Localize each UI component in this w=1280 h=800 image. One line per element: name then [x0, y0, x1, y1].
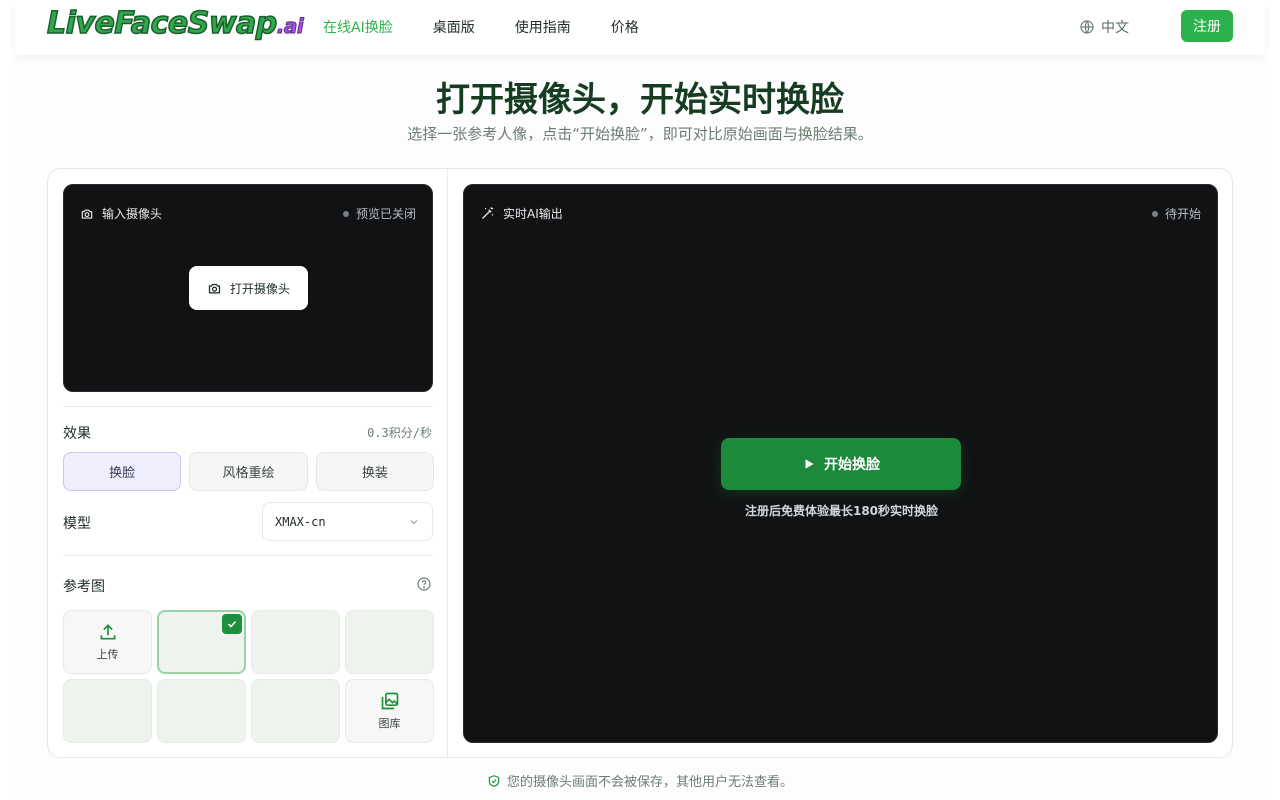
- gallery-icon: [381, 692, 398, 710]
- status-dot: [342, 210, 349, 217]
- privacy-text: 您的摄像头画面不会被保存，其他用户无法查看。: [506, 775, 793, 790]
- model-label: 模型: [63, 516, 91, 532]
- signup-button[interactable]: 注册: [1181, 10, 1233, 42]
- brand-logo[interactable]: LiveFaceSwap.ai: [46, 5, 304, 42]
- start-face-swap-button[interactable]: 开始换脸: [721, 438, 961, 490]
- ai-output-header: 实时AI输出: [480, 205, 563, 222]
- control-panel: 输入摄像头 预览已关闭 打开摄像头 效果 0.3积分/秒 换脸 风格重绘 换装 …: [48, 169, 448, 757]
- start-face-swap-label: 开始换脸: [824, 457, 880, 473]
- reference-label: 参考图: [63, 579, 105, 595]
- nav-desktop[interactable]: 桌面版: [433, 17, 475, 37]
- model-value: XMAX-cn: [275, 514, 326, 529]
- page-title: 打开摄像头，开始实时换脸: [436, 80, 844, 120]
- logo-suffix: .ai: [276, 14, 304, 39]
- play-icon: [805, 459, 814, 469]
- camera-icon: [208, 283, 221, 293]
- upload-label: 上传: [96, 648, 119, 661]
- camera-icon: [81, 209, 93, 219]
- check-icon: [222, 614, 242, 634]
- preview-status: 预览已关闭: [342, 205, 416, 222]
- reference-thumbnail[interactable]: [345, 610, 434, 674]
- effect-label: 效果: [63, 426, 91, 442]
- language-label: 中文: [1101, 20, 1129, 36]
- language-switcher[interactable]: 中文: [1079, 17, 1129, 37]
- model-select[interactable]: XMAX-cn: [262, 502, 433, 541]
- open-camera-label: 打开摄像头: [229, 281, 290, 296]
- free-trial-hint: 注册后免费体验最长180秒实时换脸: [744, 504, 939, 518]
- camera-input-label: 输入摄像头: [102, 207, 163, 221]
- reference-thumbnail[interactable]: [157, 679, 246, 743]
- page-subtitle: 选择一张参考人像，点击“开始换脸”，即可对比原始画面与换脸结果。: [407, 125, 873, 143]
- open-camera-button[interactable]: 打开摄像头: [189, 266, 308, 310]
- help-icon[interactable]: [416, 576, 432, 596]
- upload-reference-button[interactable]: 上传: [63, 610, 152, 674]
- effect-options: 换脸 风格重绘 换装: [63, 452, 434, 491]
- divider: [63, 555, 433, 556]
- camera-input-header: 输入摄像头: [80, 205, 162, 222]
- gallery-label: 图库: [378, 717, 401, 730]
- reference-image-grid: 上传 图库: [63, 610, 434, 743]
- main-nav: 在线AI换脸 桌面版 使用指南 价格: [323, 17, 679, 37]
- upload-icon: [100, 624, 115, 640]
- chevron-down-icon: [410, 519, 418, 524]
- privacy-notice: 您的摄像头画面不会被保存，其他用户无法查看。: [0, 771, 1280, 790]
- effect-outfit-swap[interactable]: 换装: [315, 452, 434, 491]
- output-status: 待开始: [1151, 205, 1201, 222]
- credits-rate: 0.3积分/秒: [367, 426, 432, 440]
- reference-thumbnail[interactable]: [63, 679, 152, 743]
- effect-style-repaint[interactable]: 风格重绘: [189, 452, 308, 491]
- globe-icon: [1080, 20, 1094, 34]
- reference-thumbnail[interactable]: [251, 610, 340, 674]
- face-swap-card: 输入摄像头 预览已关闭 打开摄像头 效果 0.3积分/秒 换脸 风格重绘 换装 …: [47, 168, 1233, 758]
- magic-wand-icon: [482, 207, 494, 219]
- output-status-text: 待开始: [1164, 207, 1201, 221]
- divider: [63, 406, 433, 407]
- reference-thumbnail-selected[interactable]: [157, 610, 246, 674]
- nav-pricing[interactable]: 价格: [611, 17, 639, 37]
- preview-status-text: 预览已关闭: [355, 207, 416, 221]
- ai-output-preview: 实时AI输出 待开始 开始换脸 注册后免费体验最长180秒实时换脸: [463, 184, 1218, 743]
- reference-thumbnail[interactable]: [251, 679, 340, 743]
- logo-text: LiveFaceSwap: [46, 5, 278, 42]
- top-navbar: LiveFaceSwap.ai 在线AI换脸 桌面版 使用指南 价格 中文 注册: [15, 0, 1265, 55]
- status-dot: [1151, 210, 1158, 217]
- nav-guide[interactable]: 使用指南: [515, 17, 571, 37]
- camera-input-preview: 输入摄像头 预览已关闭 打开摄像头: [63, 184, 433, 392]
- ai-output-label: 实时AI输出: [503, 207, 563, 221]
- nav-online-face-swap[interactable]: 在线AI换脸: [323, 17, 393, 37]
- shield-check-icon: [488, 774, 500, 787]
- effect-face-swap[interactable]: 换脸: [63, 452, 182, 491]
- gallery-button[interactable]: 图库: [345, 679, 434, 743]
